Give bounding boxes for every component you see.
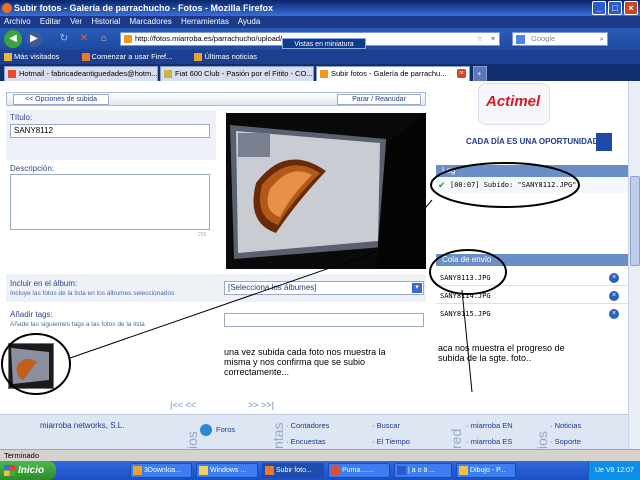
taskbar-item[interactable]: 3Downloa... <box>130 463 192 478</box>
footer-link[interactable]: · Soporte <box>550 437 581 446</box>
windows-logo-icon <box>4 465 15 476</box>
app-icon <box>397 466 406 475</box>
company-name: miarroba networks, S.L. <box>40 421 125 430</box>
taskbar-item[interactable]: Subir foto... <box>262 463 324 478</box>
app-icon <box>133 466 142 475</box>
app-icon <box>331 466 340 475</box>
system-tray: Ue V8 12:07 <box>588 461 640 480</box>
footer-foros[interactable]: Foros <box>216 425 235 434</box>
taskbar-item[interactable]: Dibujo - P... <box>456 463 516 478</box>
annotation-circle-log <box>430 162 580 208</box>
taskbar-item[interactable]: Windows ... <box>196 463 258 478</box>
footer-vertical-4: ios <box>534 431 550 449</box>
taskbar-item[interactable]: | a o ä ... <box>394 463 452 478</box>
annotation-circle-queue <box>429 249 507 295</box>
start-button[interactable]: Inicio <box>0 461 56 480</box>
footer-vertical-3: red <box>448 428 464 449</box>
footer-link[interactable]: · miarroba EN <box>466 421 513 430</box>
annotation-circle-thumbnail <box>1 333 71 395</box>
footer-vertical-2: ntas <box>270 422 286 449</box>
paint-icon <box>459 466 468 475</box>
footer-link[interactable]: · Encuestas <box>286 437 326 446</box>
taskbar-item[interactable]: Puma....... <box>328 463 390 478</box>
annotation-line-right <box>461 289 473 393</box>
footer-link[interactable]: · miarroba ES <box>466 437 512 446</box>
taskbar: Inicio 3Downloa... Windows ... Subir fot… <box>0 461 640 480</box>
firefox-icon <box>265 466 274 475</box>
site-footer: miarroba networks, S.L. ios Foros ntas ·… <box>0 414 628 449</box>
folder-icon <box>199 466 208 475</box>
forum-icon <box>200 424 212 436</box>
status-bar: Terminado <box>0 449 640 461</box>
annotation-line-left <box>69 251 377 359</box>
footer-link[interactable]: · El Tiempo <box>372 437 410 446</box>
footer-link[interactable]: · Contadores <box>286 421 329 430</box>
footer-vertical-1: ios <box>184 431 200 449</box>
annotation-overlay <box>1 162 580 395</box>
annotation-line-log <box>379 199 433 263</box>
footer-link[interactable]: · Buscar <box>372 421 400 430</box>
footer-link[interactable]: · Noticias <box>550 421 581 430</box>
